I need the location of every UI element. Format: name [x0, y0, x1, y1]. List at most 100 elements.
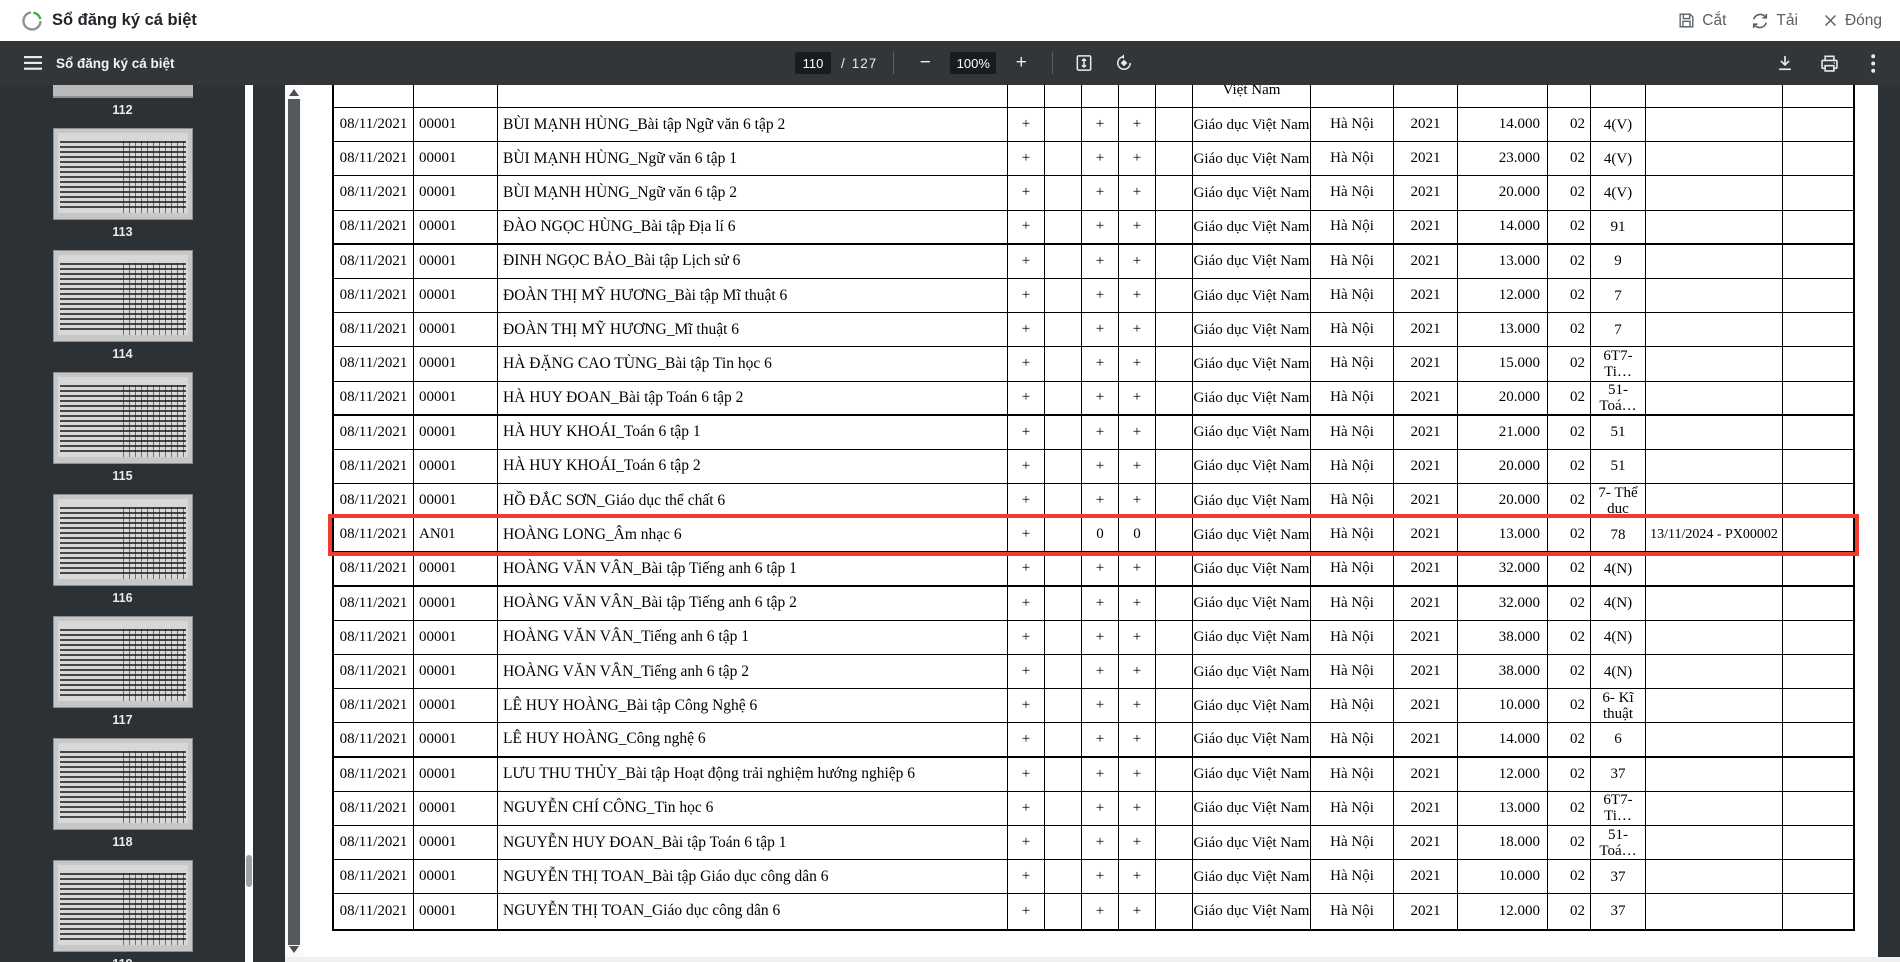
table-cell: 2021: [1394, 449, 1458, 484]
table-row: 08/11/2021 00001 BÙI MẠNH HÙNG_Ngữ văn 6 t…: [334, 142, 1853, 177]
page-thumbnail[interactable]: [52, 494, 193, 586]
table-cell: 38.000: [1458, 620, 1548, 654]
table-cell: +: [1082, 552, 1119, 585]
document-scrollbar[interactable]: [285, 85, 303, 962]
table-cell: 02: [1548, 655, 1591, 689]
page-number-input[interactable]: 110: [795, 52, 831, 74]
zoom-out-button[interactable]: −: [910, 48, 940, 78]
table-cell: +: [1008, 313, 1045, 347]
table-cell: 02: [1548, 176, 1591, 210]
zoom-level-input[interactable]: 100%: [950, 52, 997, 74]
table-cell: [1045, 313, 1082, 347]
page-thumbnail[interactable]: [52, 372, 193, 464]
table-cell: Hà Nội: [1311, 415, 1394, 449]
table-cell: [1646, 484, 1783, 518]
table-cell: +: [1008, 825, 1045, 860]
table-cell: [334, 85, 414, 107]
page-thumbnail[interactable]: [52, 860, 193, 952]
table-cell: [1119, 85, 1156, 107]
table-cell: +: [1008, 791, 1045, 825]
table-cell: [1783, 621, 1849, 654]
table-cell: 4(N): [1591, 552, 1646, 585]
horizontal-scrollbar[interactable]: [285, 957, 1900, 962]
table-cell: 0: [1119, 518, 1156, 552]
scroll-down-arrow-icon[interactable]: [289, 946, 299, 953]
table-cell: 2021: [1394, 518, 1458, 552]
table-cell: 10.000: [1458, 689, 1548, 723]
table-cell: Hà Nội: [1311, 655, 1394, 689]
sidebar-scrollbar-thumb[interactable]: [246, 855, 252, 887]
table-cell: 00001: [414, 210, 498, 243]
hamburger-icon: [24, 56, 42, 70]
zoom-in-button[interactable]: +: [1006, 48, 1036, 78]
table-cell: 2021: [1394, 620, 1458, 654]
more-options-button[interactable]: [1858, 48, 1888, 78]
table-cell: [414, 85, 498, 107]
table-cell: +: [1082, 449, 1119, 484]
table-cell: BÙI MẠNH HÙNG_Bài tập Ngữ văn 6 tập 2: [498, 108, 1008, 142]
sidebar-scrollbar[interactable]: [245, 85, 253, 962]
table-cell: HỒ ĐẮC SƠN_Giáo dục thể chất 6: [498, 484, 1008, 518]
table-cell: +: [1119, 723, 1156, 756]
menu-button[interactable]: [16, 46, 50, 80]
reload-button[interactable]: Tải: [1750, 11, 1798, 31]
table-cell: 08/11/2021: [334, 757, 414, 791]
close-button[interactable]: Đóng: [1822, 12, 1882, 30]
download-button[interactable]: [1770, 48, 1800, 78]
table-cell: +: [1082, 825, 1119, 860]
table-cell: +: [1008, 210, 1045, 243]
rotate-button[interactable]: [1109, 48, 1139, 78]
table-cell: HÀ ĐẶNG CAO TÙNG_Bài tập Tin học 6: [498, 347, 1008, 381]
table-cell: 00001: [414, 655, 498, 689]
table-cell: [1783, 518, 1849, 551]
table-cell: 23.000: [1458, 142, 1548, 176]
table-cell: +: [1008, 484, 1045, 518]
table-cell: 51- Toá…: [1591, 381, 1646, 414]
table-cell: +: [1008, 381, 1045, 414]
table-cell: Giáo dục Việt Nam: [1193, 860, 1311, 894]
page-thumbnail[interactable]: [52, 616, 193, 708]
table-cell: +: [1082, 381, 1119, 414]
table-cell: 00001: [414, 825, 498, 860]
table-cell: [1783, 313, 1849, 346]
table-cell: 2021: [1394, 176, 1458, 210]
table-cell: 00001: [414, 347, 498, 381]
table-cell: 20.000: [1458, 484, 1548, 518]
table-cell: +: [1119, 210, 1156, 243]
save-button[interactable]: Cắt: [1677, 11, 1726, 30]
table-cell: Giáo dục Việt Nam: [1193, 723, 1311, 756]
table-cell: [1783, 484, 1849, 517]
table-cell: +: [1082, 620, 1119, 654]
table-cell: [1646, 723, 1783, 756]
table-cell: 08/11/2021: [334, 518, 414, 552]
page-thumbnail[interactable]: [52, 128, 193, 220]
table-cell: 2021: [1394, 655, 1458, 689]
table-cell: 02: [1548, 313, 1591, 347]
table-cell: 6- Kĩ thuật: [1591, 689, 1646, 723]
table-cell: [1646, 586, 1783, 620]
table-cell: [1008, 85, 1045, 107]
table-cell: 2021: [1394, 142, 1458, 176]
table-cell: +: [1082, 278, 1119, 313]
table-row: 08/11/2021 00001 ĐOÀN THỊ MỸ HƯƠNG_Bài tập…: [334, 278, 1853, 314]
table-cell: 2021: [1394, 108, 1458, 142]
scroll-up-arrow-icon[interactable]: [289, 89, 299, 96]
table-cell: +: [1119, 894, 1156, 929]
table-cell: +: [1119, 108, 1156, 142]
document-scrollbar-thumb[interactable]: [288, 99, 300, 945]
table-cell: +: [1119, 757, 1156, 791]
page-thumbnail-partial[interactable]: [52, 85, 193, 98]
table-cell: Giáo dục Việt Nam: [1193, 415, 1311, 449]
table-cell: Hà Nội: [1311, 484, 1394, 518]
table-cell: [1045, 484, 1082, 518]
table-cell: +: [1119, 347, 1156, 381]
table-cell: 14.000: [1458, 210, 1548, 243]
table-cell: Giáo dục Việt Nam: [1193, 620, 1311, 654]
page-thumbnail[interactable]: [52, 738, 193, 830]
table-cell: Giáo dục Việt Nam: [1193, 347, 1311, 381]
print-button[interactable]: [1814, 48, 1844, 78]
table-cell: 00001: [414, 449, 498, 484]
fit-page-button[interactable]: [1069, 48, 1099, 78]
page-thumbnail[interactable]: [52, 250, 193, 342]
table-cell: Hà Nội: [1311, 825, 1394, 860]
